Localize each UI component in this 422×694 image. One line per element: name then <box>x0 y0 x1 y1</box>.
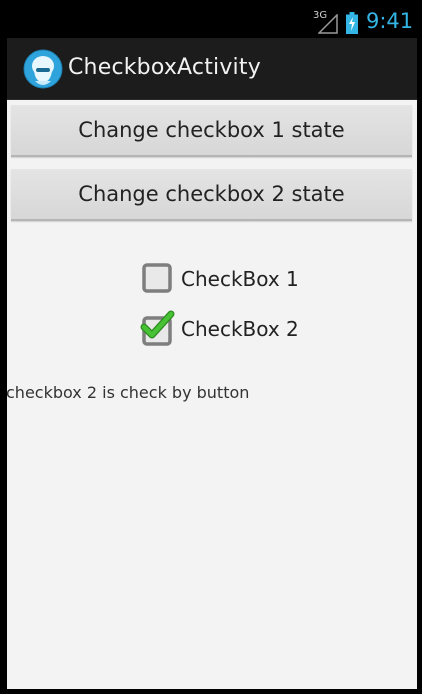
action-bar: CheckboxActivity <box>7 38 417 100</box>
checkbox-2-label: CheckBox 2 <box>181 317 299 341</box>
app-launcher-icon[interactable] <box>23 49 63 89</box>
clock-time: 9:41 <box>366 9 414 33</box>
battery-icon <box>346 12 358 34</box>
app-title: CheckboxActivity <box>68 55 261 80</box>
signal-icon <box>318 14 338 34</box>
unchecked-box-icon[interactable] <box>141 262 173 294</box>
content-area: Change checkbox 1 state Change checkbox … <box>6 100 417 689</box>
status-message: checkbox 2 is check by button <box>6 383 250 402</box>
status-bar: 3G 9:41 <box>0 0 422 38</box>
change-checkbox-2-button[interactable]: Change checkbox 2 state <box>11 169 412 221</box>
checked-box-icon[interactable] <box>140 310 175 346</box>
phone-screen: 3G 9:41 CheckboxActivity Change checkbox… <box>0 0 422 694</box>
checkbox-1-label: CheckBox 1 <box>181 267 299 291</box>
change-checkbox-1-button[interactable]: Change checkbox 1 state <box>11 105 412 157</box>
